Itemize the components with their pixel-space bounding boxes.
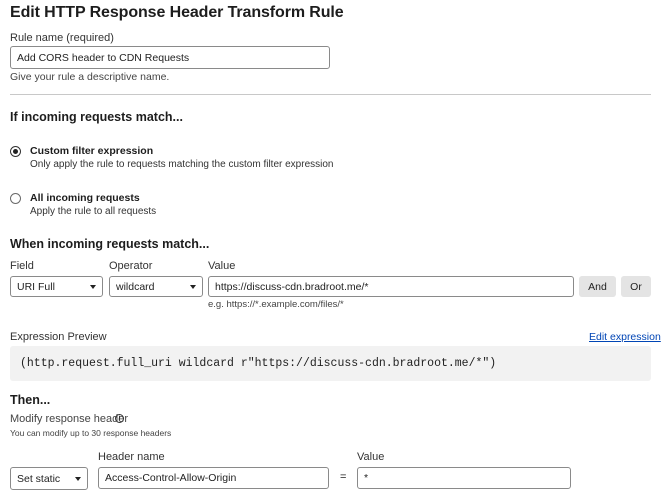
header-name-label: Header name <box>98 451 165 463</box>
header-name-input[interactable]: Access-Control-Allow-Origin <box>98 467 329 489</box>
rule-name-label: Rule name (required) <box>10 32 114 44</box>
divider <box>10 94 651 95</box>
filter-value-input[interactable]: https://discuss-cdn.bradroot.me/* <box>208 276 574 297</box>
rule-name-hint: Give your rule a descriptive name. <box>10 71 170 83</box>
rule-name-input[interactable]: Add CORS header to CDN Requests <box>10 46 330 69</box>
radio-custom-filter-title: Custom filter expression <box>30 145 154 157</box>
modify-header-hint: You can modify up to 30 response headers <box>10 428 172 438</box>
radio-all-requests[interactable] <box>10 193 21 204</box>
action-select-value: Set static <box>17 472 61 485</box>
chevron-down-icon <box>90 284 96 289</box>
field-select-value: URI Full <box>17 280 55 293</box>
header-value-input[interactable]: * <box>357 467 571 489</box>
chevron-down-icon <box>75 476 81 481</box>
radio-custom-filter[interactable] <box>10 146 21 157</box>
header-name-value: Access-Control-Allow-Origin <box>105 472 237 484</box>
expression-code-text: (http.request.full_uri wildcard r"https:… <box>20 357 497 370</box>
operator-label: Operator <box>109 260 153 272</box>
modify-header-label: Modify response header <box>10 413 129 425</box>
equals-sign: = <box>340 471 347 483</box>
expression-preview-label: Expression Preview <box>10 331 107 343</box>
radio-all-requests-description: Apply the rule to all requests <box>30 206 157 217</box>
action-select[interactable]: Set static <box>10 467 88 490</box>
info-icon[interactable]: i <box>115 414 124 423</box>
header-value-text: * <box>364 472 369 484</box>
and-button[interactable]: And <box>579 276 616 297</box>
filter-section-title: When incoming requests match... <box>10 237 210 251</box>
or-button[interactable]: Or <box>621 276 651 297</box>
page-title: Edit HTTP Response Header Transform Rule <box>10 4 344 21</box>
operator-select-value: wildcard <box>116 280 155 293</box>
chevron-down-icon <box>190 284 196 289</box>
radio-all-requests-title: All incoming requests <box>30 192 140 204</box>
field-select[interactable]: URI Full <box>10 276 103 297</box>
field-label: Field <box>10 260 34 272</box>
rule-name-value: Add CORS header to CDN Requests <box>17 51 190 64</box>
value-label: Value <box>208 260 236 272</box>
then-section-title: Then... <box>10 393 51 407</box>
header-value-label: Value <box>357 451 385 463</box>
match-section-title: If incoming requests match... <box>10 110 183 124</box>
radio-custom-filter-description: Only apply the rule to requests matching… <box>30 159 334 170</box>
edit-expression-link[interactable]: Edit expression <box>589 331 661 343</box>
expression-preview-code: (http.request.full_uri wildcard r"https:… <box>10 346 651 381</box>
operator-select[interactable]: wildcard <box>109 276 203 297</box>
value-example-hint: e.g. https://*.example.com/files/* <box>208 299 344 310</box>
filter-value-text: https://discuss-cdn.bradroot.me/* <box>215 280 369 293</box>
